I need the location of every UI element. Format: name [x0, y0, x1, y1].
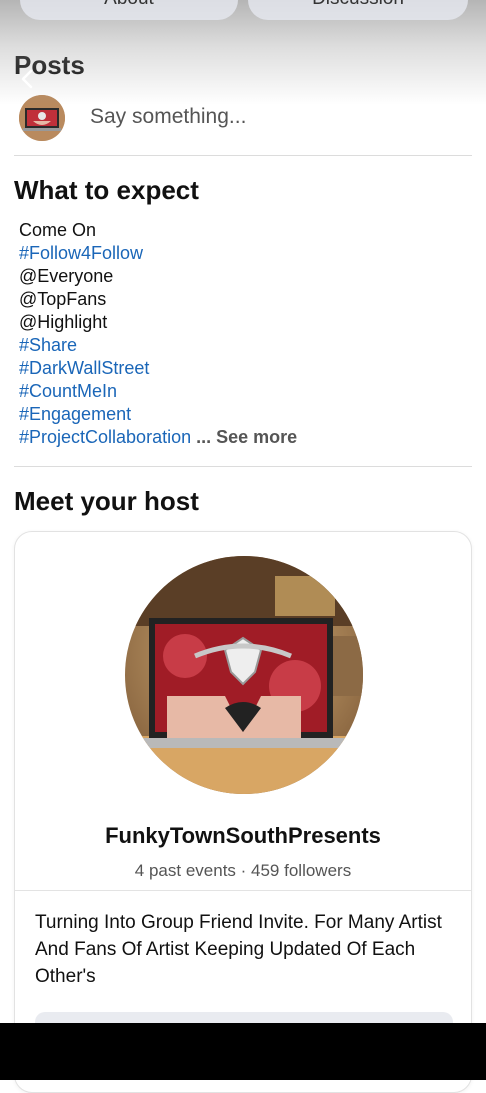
- hashtag-link[interactable]: #DarkWallStreet: [19, 357, 297, 380]
- host-photo[interactable]: [125, 556, 363, 794]
- meet-your-host-title: Meet your host: [14, 486, 199, 516]
- tab-discussion-label: Discussion: [312, 0, 404, 10]
- hashtag-link[interactable]: #Share: [19, 334, 297, 357]
- tab-about[interactable]: About: [20, 0, 238, 20]
- tab-discussion[interactable]: Discussion: [248, 0, 468, 20]
- list-item: @Highlight: [19, 312, 108, 332]
- divider: [14, 155, 472, 156]
- list-item: Come On: [19, 220, 97, 240]
- divider: [15, 890, 471, 891]
- avatar: [19, 95, 65, 141]
- host-name[interactable]: FunkyTownSouthPresents: [15, 823, 471, 849]
- hashtag-link[interactable]: #CountMeIn: [19, 380, 297, 403]
- list-item: @TopFans: [19, 289, 107, 309]
- system-navigation-bar: [0, 1023, 486, 1080]
- chevron-left-icon[interactable]: [18, 68, 36, 90]
- host-description: Turning Into Group Friend Invite. For Ma…: [35, 912, 442, 987]
- tab-about-label: About: [104, 0, 154, 10]
- hashtag-link[interactable]: #Follow4Follow: [19, 242, 297, 265]
- list-item-last: #ProjectCollaboration ... See more: [19, 426, 297, 449]
- post-composer-input[interactable]: Say something...: [90, 105, 246, 129]
- divider: [14, 466, 472, 467]
- hashtag-link[interactable]: #Engagement: [19, 403, 297, 426]
- what-to-expect-title: What to expect: [14, 175, 199, 205]
- hashtag-link[interactable]: #ProjectCollaboration: [19, 427, 191, 447]
- what-to-expect-list: Come On #Follow4Follow @Everyone @TopFan…: [19, 219, 297, 449]
- see-more-link[interactable]: ... See more: [196, 427, 297, 447]
- host-card[interactable]: FunkyTownSouthPresents 4 past events · 4…: [14, 531, 472, 1093]
- host-stats: 4 past events · 459 followers: [134, 861, 352, 880]
- list-item: @Everyone: [19, 266, 114, 286]
